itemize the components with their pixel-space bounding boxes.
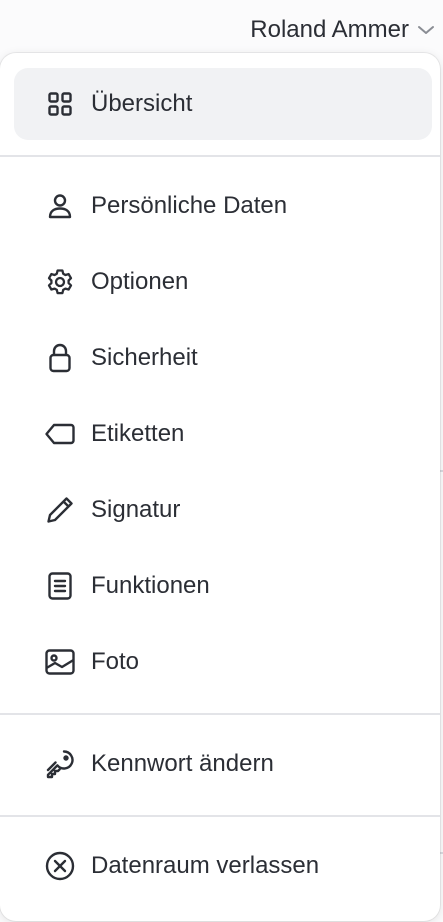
tag-icon: [44, 418, 76, 450]
menu-item-labels[interactable]: Etiketten: [14, 398, 432, 470]
menu-item-label: Foto: [91, 648, 140, 675]
key-icon: [44, 748, 76, 780]
menu-item-security[interactable]: Sicherheit: [14, 322, 432, 394]
document-icon: [44, 570, 76, 602]
menu-divider: [0, 713, 440, 715]
user-menu-trigger[interactable]: Roland Ammer: [250, 16, 437, 44]
user-icon: [44, 190, 76, 222]
gear-icon: [44, 266, 76, 298]
menu-item-label: Sicherheit: [91, 344, 198, 371]
menu-item-personal-data[interactable]: Persönliche Daten: [14, 170, 432, 242]
grid-icon: [44, 88, 76, 120]
menu-item-leave-dataroom[interactable]: Datenraum verlassen: [14, 830, 432, 902]
pen-icon: [44, 494, 76, 526]
menu-item-label: Persönliche Daten: [91, 192, 288, 219]
user-dropdown-menu: Übersicht Persönliche Daten Optionen Sic…: [0, 53, 440, 921]
page: Roland Ammer Übersicht Persönliche Daten…: [0, 0, 443, 922]
menu-item-label: Kennwort ändern: [91, 750, 274, 777]
menu-item-change-password[interactable]: Kennwort ändern: [14, 728, 432, 800]
menu-item-label: Datenraum verlassen: [91, 852, 320, 879]
menu-item-label: Signatur: [91, 496, 181, 523]
menu-divider: [0, 815, 440, 817]
menu-item-overview[interactable]: Übersicht: [14, 68, 432, 140]
menu-item-signature[interactable]: Signatur: [14, 474, 432, 546]
menu-item-functions[interactable]: Funktionen: [14, 550, 432, 622]
menu-item-photo[interactable]: Foto: [14, 626, 432, 698]
close-circle-icon: [44, 850, 76, 882]
photo-icon: [44, 646, 76, 678]
menu-item-label: Übersicht: [91, 90, 193, 117]
menu-item-options[interactable]: Optionen: [14, 246, 432, 318]
menu-item-label: Funktionen: [91, 572, 210, 599]
menu-divider: [0, 155, 440, 157]
lock-icon: [44, 342, 76, 374]
chevron-down-icon: [417, 20, 437, 40]
menu-item-label: Optionen: [91, 268, 189, 295]
menu-item-label: Etiketten: [91, 420, 185, 447]
user-name: Roland Ammer: [250, 16, 409, 43]
